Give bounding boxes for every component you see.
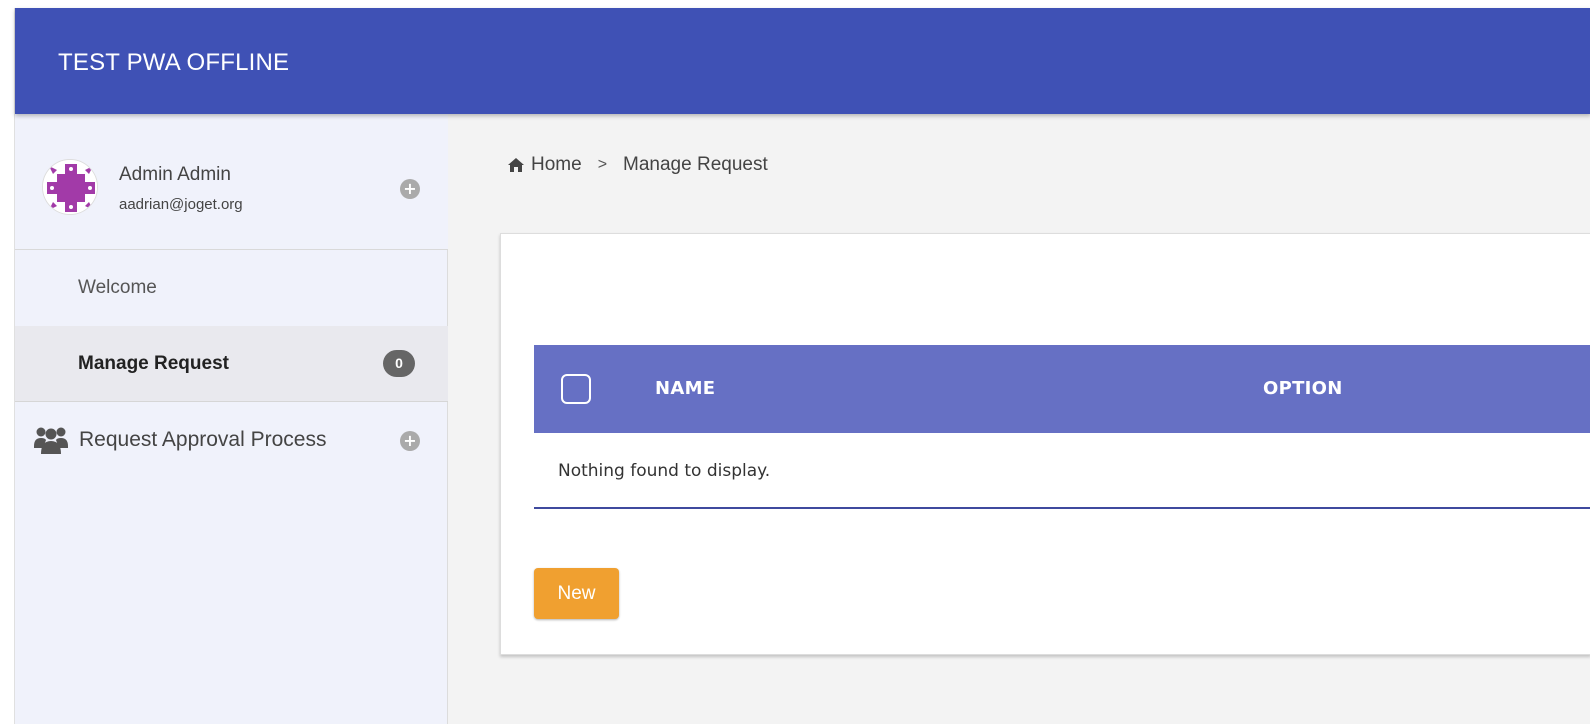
group-icon [33, 424, 69, 456]
sidebar-item-label: Welcome [78, 277, 157, 298]
app-window: TEST PWA OFFLINE Admin Admin aadrian@jog… [14, 8, 1590, 724]
column-header-option[interactable]: OPTION [1263, 378, 1343, 399]
profile-email: aadrian@joget.org [119, 196, 243, 213]
sidebar-item-manage-request[interactable]: Manage Request 0 [15, 326, 448, 402]
column-header-name[interactable]: NAME [655, 378, 715, 399]
breadcrumb: Home > Manage Request [507, 154, 768, 176]
app-header: TEST PWA OFFLINE [15, 8, 1590, 114]
table-header: NAME OPTION [534, 345, 1590, 433]
breadcrumb-home-link[interactable]: Home [531, 154, 582, 176]
new-button[interactable]: New [534, 568, 619, 619]
table-empty-row: Nothing found to display. [534, 433, 1590, 509]
breadcrumb-current: Manage Request [623, 154, 768, 175]
plus-circle-icon[interactable]: + [400, 431, 420, 451]
select-all-checkbox[interactable] [561, 374, 591, 404]
profile-name: Admin Admin [119, 164, 231, 185]
app-title: TEST PWA OFFLINE [58, 49, 290, 76]
plus-circle-icon[interactable]: + [400, 179, 420, 199]
home-icon [507, 157, 525, 173]
sidebar-item-label: Request Approval Process [79, 428, 327, 451]
sidebar-item-request-approval-process[interactable]: Request Approval Process + [15, 402, 448, 478]
list-card: NAME OPTION Nothing found to display. Ne… [500, 233, 1590, 655]
sidebar: Admin Admin aadrian@joget.org + Welcome … [15, 114, 448, 724]
user-profile[interactable]: Admin Admin aadrian@joget.org + [15, 114, 448, 250]
empty-message: Nothing found to display. [558, 461, 771, 481]
avatar [42, 159, 98, 215]
sidebar-item-label: Manage Request [78, 353, 229, 374]
count-badge: 0 [383, 350, 415, 377]
chevron-right-icon: > [597, 156, 608, 173]
sidebar-item-welcome[interactable]: Welcome [15, 250, 448, 326]
